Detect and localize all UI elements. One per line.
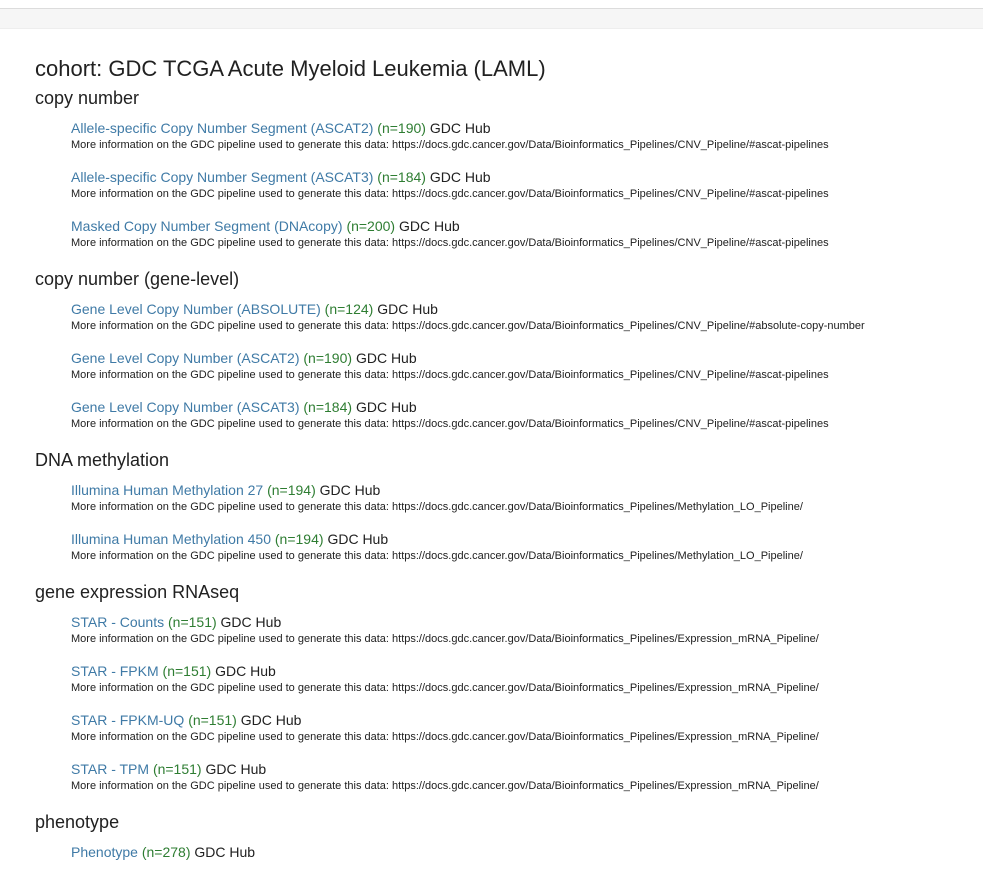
section-title: phenotype <box>35 812 120 832</box>
dataset-description: More information on the GDC pipeline use… <box>71 418 829 430</box>
dataset-description: More information on the GDC pipeline use… <box>71 780 819 792</box>
dataset-list: STAR - Counts (n=151) GDC Hub More infor… <box>35 613 975 794</box>
hub-label: GDC Hub <box>355 350 417 366</box>
dataset-link[interactable]: STAR - TPM <box>71 761 149 777</box>
hub-label: GDC Hub <box>240 712 302 728</box>
sample-count: (n=151) <box>152 761 202 777</box>
section-title: copy number <box>35 88 140 108</box>
dataset-list: Gene Level Copy Number (ABSOLUTE) (n=124… <box>35 300 975 432</box>
dataset-link[interactable]: Masked Copy Number Segment (DNAcopy) <box>71 218 343 234</box>
hub-label: GDC Hub <box>398 218 460 234</box>
section-phenotype: phenotype Phenotype (n=278) GDC Hub <box>35 809 975 861</box>
hub-label: GDC Hub <box>194 844 256 860</box>
dataset-link[interactable]: STAR - FPKM-UQ <box>71 712 184 728</box>
sample-count: (n=151) <box>162 663 212 679</box>
dataset-description: More information on the GDC pipeline use… <box>71 731 819 743</box>
dataset-description: More information on the GDC pipeline use… <box>71 501 803 513</box>
section-title: copy number (gene-level) <box>35 269 240 289</box>
dataset-item: Illumina Human Methylation 27 (n=194) GD… <box>71 481 975 515</box>
hub-label: GDC Hub <box>377 301 438 317</box>
sample-count: (n=151) <box>188 712 237 728</box>
sample-count: (n=278) <box>141 844 191 860</box>
sample-count: (n=124) <box>324 301 374 317</box>
dataset-link[interactable]: Illumina Human Methylation 27 <box>71 482 263 498</box>
hub-label: GDC Hub <box>205 761 267 777</box>
dataset-link[interactable]: Allele-specific Copy Number Segment (ASC… <box>71 120 373 136</box>
dataset-item: Allele-specific Copy Number Segment (ASC… <box>71 119 975 153</box>
dataset-link[interactable]: Allele-specific Copy Number Segment (ASC… <box>71 169 373 185</box>
section-copy-number-gene-level: copy number (gene-level) Gene Level Copy… <box>35 266 975 432</box>
dataset-link[interactable]: Gene Level Copy Number (ASCAT2) <box>71 350 300 366</box>
dataset-description: More information on the GDC pipeline use… <box>71 139 829 151</box>
dataset-item: Phenotype (n=278) GDC Hub <box>71 843 975 861</box>
dataset-link[interactable]: Phenotype <box>71 844 138 860</box>
dataset-description: More information on the GDC pipeline use… <box>71 369 829 381</box>
dataset-item: Masked Copy Number Segment (DNAcopy) (n=… <box>71 217 975 251</box>
dataset-link[interactable]: Gene Level Copy Number (ASCAT3) <box>71 399 300 415</box>
dataset-description: More information on the GDC pipeline use… <box>71 550 803 562</box>
top-bar <box>0 8 983 29</box>
dataset-item: STAR - FPKM (n=151) GDC Hub More informa… <box>71 662 975 696</box>
dataset-item: STAR - TPM (n=151) GDC Hub More informat… <box>71 760 975 794</box>
hub-label: GDC Hub <box>327 531 389 547</box>
dataset-item: Gene Level Copy Number (ASCAT2) (n=190) … <box>71 349 975 383</box>
dataset-item: STAR - Counts (n=151) GDC Hub More infor… <box>71 613 975 647</box>
section-title: DNA methylation <box>35 450 170 470</box>
sample-count: (n=194) <box>274 531 324 547</box>
cohort-title: cohort: GDC TCGA Acute Myeloid Leukemia … <box>35 56 546 81</box>
dataset-link[interactable]: STAR - Counts <box>71 614 164 630</box>
sample-count: (n=151) <box>168 614 217 630</box>
dataset-item: STAR - FPKM-UQ (n=151) GDC Hub More info… <box>71 711 975 745</box>
dataset-link[interactable]: Illumina Human Methylation 450 <box>71 531 271 547</box>
sample-count: (n=200) <box>346 218 396 234</box>
hub-label: GDC Hub <box>355 399 417 415</box>
dataset-description: More information on the GDC pipeline use… <box>71 682 819 694</box>
dataset-item: Gene Level Copy Number (ABSOLUTE) (n=124… <box>71 300 975 334</box>
section-dna-methylation: DNA methylation Illumina Human Methylati… <box>35 447 975 564</box>
sample-count: (n=190) <box>377 120 426 136</box>
dataset-item: Allele-specific Copy Number Segment (ASC… <box>71 168 975 202</box>
cohort-content: cohort: GDC TCGA Acute Myeloid Leukemia … <box>35 53 975 876</box>
dataset-item: Gene Level Copy Number (ASCAT3) (n=184) … <box>71 398 975 432</box>
dataset-link[interactable]: Gene Level Copy Number (ABSOLUTE) <box>71 301 321 317</box>
dataset-list: Allele-specific Copy Number Segment (ASC… <box>35 119 975 251</box>
dataset-description: More information on the GDC pipeline use… <box>71 633 819 645</box>
sample-count: (n=190) <box>303 350 353 366</box>
hub-label: GDC Hub <box>220 614 282 630</box>
sample-count: (n=184) <box>377 169 426 185</box>
dataset-item: Illumina Human Methylation 450 (n=194) G… <box>71 530 975 564</box>
sample-count: (n=194) <box>267 482 316 498</box>
dataset-description: More information on the GDC pipeline use… <box>71 188 829 200</box>
dataset-link[interactable]: STAR - FPKM <box>71 663 159 679</box>
hub-label: GDC Hub <box>319 482 381 498</box>
sample-count: (n=184) <box>303 399 353 415</box>
dataset-list: Illumina Human Methylation 27 (n=194) GD… <box>35 481 975 564</box>
dataset-description: More information on the GDC pipeline use… <box>71 237 829 249</box>
section-title: gene expression RNAseq <box>35 582 240 602</box>
dataset-description: More information on the GDC pipeline use… <box>71 320 865 332</box>
dataset-list: Phenotype (n=278) GDC Hub <box>35 843 975 861</box>
section-gene-expression-rnaseq: gene expression RNAseq STAR - Counts (n=… <box>35 579 975 794</box>
hub-label: GDC Hub <box>429 120 491 136</box>
hub-label: GDC Hub <box>215 663 276 679</box>
hub-label: GDC Hub <box>429 169 491 185</box>
section-copy-number: copy number Allele-specific Copy Number … <box>35 85 975 251</box>
